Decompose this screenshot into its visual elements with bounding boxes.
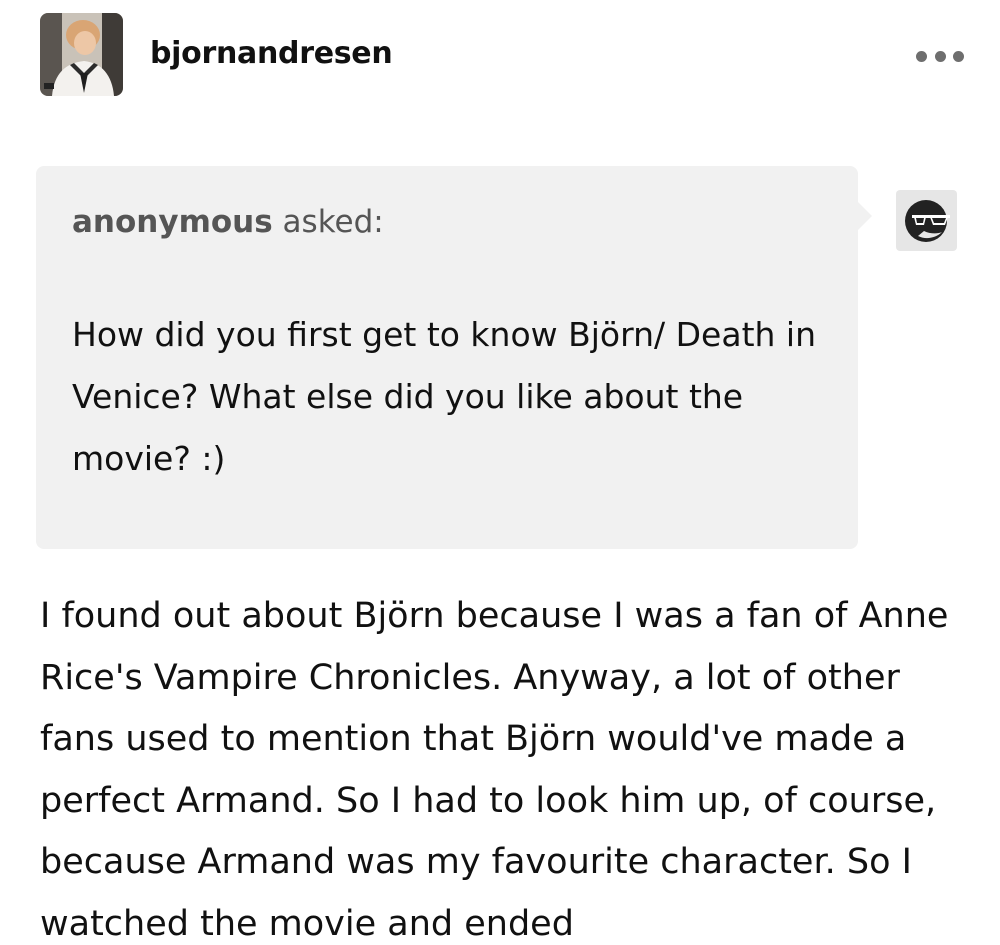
asked-label: asked: <box>282 204 384 240</box>
post-header: bjornandresen <box>0 0 1000 110</box>
anonymous-sunglasses-icon <box>905 200 950 242</box>
avatar[interactable] <box>40 13 123 96</box>
bubble-tail <box>856 200 872 232</box>
user-avatar-image <box>40 13 123 96</box>
asker-line: anonymous asked: <box>72 204 384 240</box>
ellipsis-icon <box>953 50 964 62</box>
question-text: How did you first get to know Björn/ Dea… <box>72 315 816 478</box>
asker-name[interactable]: anonymous <box>72 204 273 240</box>
anonymous-avatar[interactable] <box>896 190 957 251</box>
more-options-button[interactable] <box>916 42 964 70</box>
ellipsis-icon <box>916 50 927 62</box>
ask-bubble: anonymous asked: How did you first get t… <box>36 166 858 549</box>
ellipsis-icon <box>934 50 946 62</box>
username[interactable]: bjornandresen <box>150 36 393 71</box>
tumblr-ask-post: bjornandresen anonymous asked: How did y… <box>0 0 1000 945</box>
answer-text: I found out about Björn because I was a … <box>40 596 949 944</box>
